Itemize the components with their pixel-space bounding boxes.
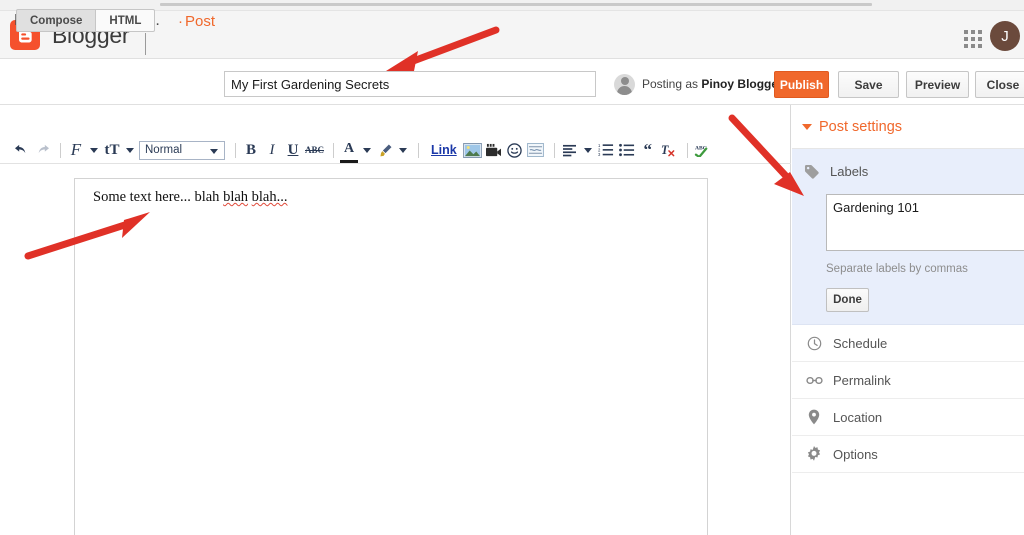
close-button[interactable]: Close (975, 71, 1024, 98)
brand-divider (145, 33, 146, 55)
blockquote-icon[interactable]: “ (639, 140, 657, 161)
toolbar-divider (418, 142, 420, 158)
apps-grid-dot (971, 44, 975, 48)
setting-row-permalink[interactable]: Permalink (792, 362, 1024, 399)
remove-formatting-icon[interactable]: T (660, 140, 678, 161)
labels-done-button[interactable]: Done (826, 288, 869, 312)
paragraph-format-select[interactable]: Normal (139, 140, 225, 160)
insert-video-icon[interactable] (485, 140, 503, 161)
post-word: Post (185, 13, 216, 30)
insert-image-icon[interactable] (462, 140, 482, 161)
posting-as-username: Pinoy Blogger (701, 77, 783, 91)
apps-grid-dot (978, 44, 982, 48)
post-body-editor[interactable]: Some text here... blah blah blah... (74, 178, 708, 535)
posting-as-text: Posting as Pinoy Blogger (642, 77, 783, 91)
post-body-text: Some text here... blah blah blah... (93, 189, 288, 206)
highlight-chevron-down-icon[interactable] (399, 147, 408, 153)
toolbar-divider (333, 142, 335, 158)
labels-hint-text: Separate labels by commas (826, 263, 968, 275)
apps-grid-dot (978, 30, 982, 34)
setting-label: Permalink (833, 372, 891, 388)
font-size-chevron-down-icon[interactable] (126, 147, 134, 153)
formatting-toolbar: F tT Normal B I U ABC A Link 1 2 3 “ T A… (0, 137, 791, 164)
body-plain-text: Some text here... blah (93, 189, 224, 205)
svg-text:3: 3 (598, 152, 601, 157)
clock-icon (804, 336, 824, 351)
setting-label: Options (833, 446, 878, 462)
post-settings-panel: Post settings Labels Separate labels by … (792, 105, 1024, 535)
toolbar-divider (60, 142, 61, 158)
apps-grid-dot (971, 37, 975, 41)
highlighter-icon[interactable] (376, 140, 394, 161)
editor-mode-tabs: Compose HTML (16, 9, 156, 32)
font-size-icon[interactable]: tT (103, 140, 121, 161)
text-color-chevron-down-icon[interactable] (363, 147, 372, 153)
posting-as-prefix: Posting as (642, 77, 699, 91)
publish-button[interactable]: Publish (774, 71, 829, 98)
underline-button[interactable]: U (284, 140, 302, 161)
gear-icon (804, 446, 824, 462)
body-misspelled-word: blah (223, 189, 249, 205)
apps-grid-dot (964, 44, 968, 48)
toolbar-divider (553, 142, 555, 158)
browser-tab-strip-line (160, 3, 872, 6)
tag-icon (804, 164, 820, 179)
undo-arrow-icon[interactable] (12, 140, 30, 161)
align-chevron-down-icon[interactable] (583, 147, 592, 153)
posting-user-avatar-icon (614, 73, 635, 95)
body-misspelled-word: blah... (251, 189, 288, 205)
bold-button[interactable]: B (242, 140, 260, 161)
setting-row-options[interactable]: Options (792, 436, 1024, 473)
font-family-chevron-down-icon[interactable] (90, 147, 98, 153)
spellcheck-icon[interactable]: ABC (694, 140, 712, 161)
labels-title: Labels (830, 163, 869, 179)
post-settings-header[interactable]: Post settings (792, 105, 1024, 149)
jump-break-icon[interactable] (527, 140, 545, 161)
preview-button[interactable]: Preview (906, 71, 969, 98)
account-avatar[interactable]: J (990, 21, 1020, 51)
italic-button[interactable]: I (263, 140, 281, 161)
apps-grid-dot (964, 30, 968, 34)
labels-input[interactable] (826, 194, 1024, 251)
setting-label: Location (833, 409, 883, 425)
strikethrough-button[interactable]: ABC (305, 140, 324, 161)
paragraph-format-value: Normal (145, 144, 183, 156)
labels-header[interactable]: Labels (792, 160, 1024, 182)
labels-section: Labels Separate labels by commas Done (792, 149, 1024, 325)
toolbar-divider (235, 142, 236, 158)
apps-grid-dot (964, 37, 968, 41)
tab-compose[interactable]: Compose (16, 9, 97, 32)
tab-html[interactable]: HTML (96, 9, 156, 32)
caret-down-icon (802, 123, 812, 130)
link-chain-icon (804, 374, 824, 387)
apps-grid-icon[interactable] (964, 30, 982, 48)
post-breadcrumb-label: · Post (178, 13, 215, 30)
insert-link-button[interactable]: Link (431, 140, 457, 161)
numbered-list-icon[interactable]: 123 (597, 140, 615, 161)
svg-text:T: T (661, 143, 669, 157)
setting-row-location[interactable]: Location (792, 399, 1024, 436)
bulleted-list-icon[interactable] (618, 140, 636, 161)
posting-as-block: Posting as Pinoy Blogger (614, 73, 783, 95)
align-left-icon[interactable] (561, 140, 579, 161)
insert-emoji-icon[interactable] (506, 140, 524, 161)
paragraph-format-chevron-down-icon (210, 148, 218, 154)
apps-grid-dot (978, 37, 982, 41)
blogger-post-editor-page: Blogger J My Gardening Sec... ·Post Post… (0, 0, 1024, 535)
text-color-icon[interactable]: A (340, 138, 359, 163)
save-button[interactable]: Save (838, 71, 899, 98)
setting-row-schedule[interactable]: Schedule (792, 325, 1024, 362)
post-title-input[interactable] (224, 71, 596, 97)
map-pin-icon (804, 409, 824, 425)
redo-arrow-icon[interactable] (33, 140, 51, 161)
breadcrumb-separator: · (178, 13, 183, 30)
toolbar-divider (686, 142, 688, 158)
post-settings-title: Post settings (819, 118, 903, 135)
avatar-initial: J (1001, 27, 1009, 45)
apps-grid-dot (971, 30, 975, 34)
setting-label: Schedule (833, 335, 888, 351)
font-family-icon[interactable]: F (67, 140, 85, 161)
